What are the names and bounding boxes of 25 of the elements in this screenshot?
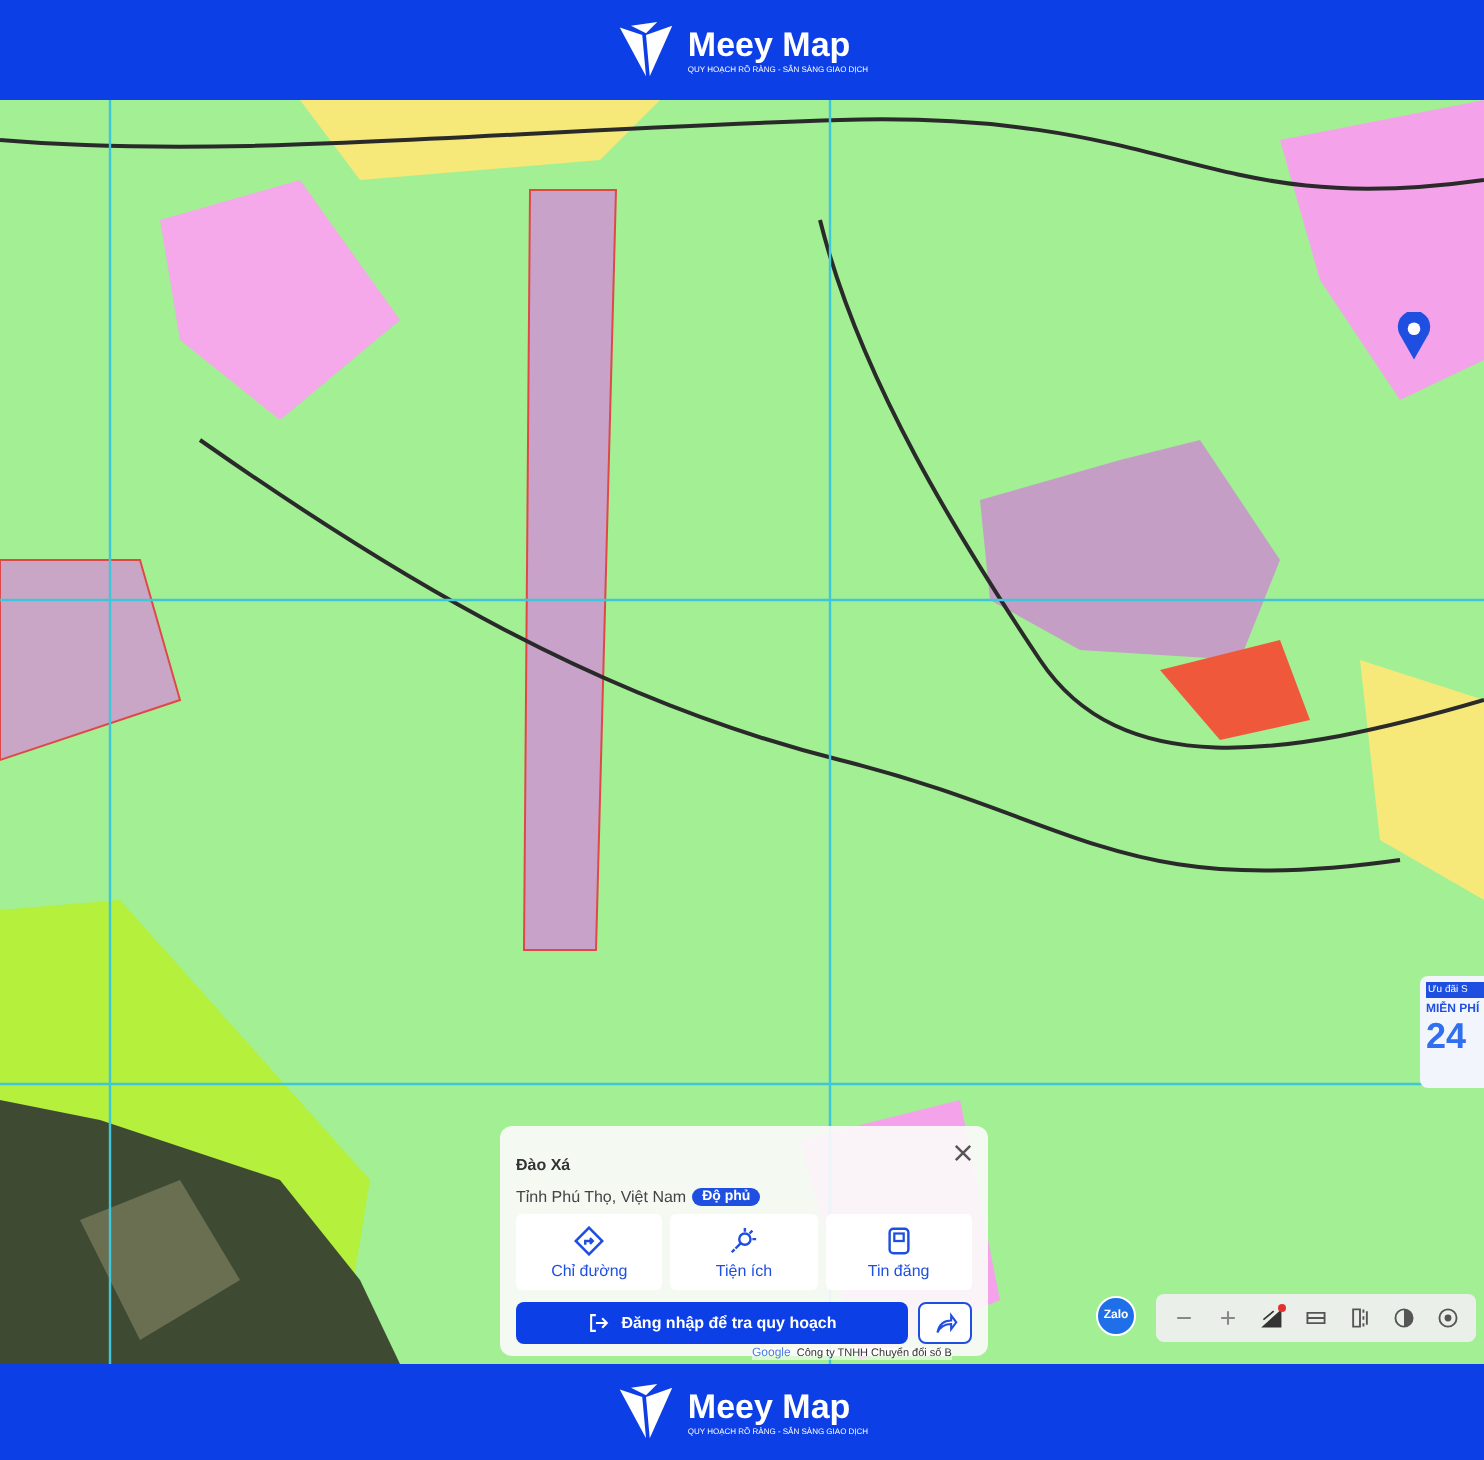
close-icon[interactable] [954, 1144, 972, 1162]
zoom-in-icon [1216, 1306, 1240, 1330]
brand-name: Meey Map [687, 1387, 853, 1425]
layers-icon [1260, 1306, 1284, 1330]
action-button[interactable]: Tiện ích [670, 1214, 818, 1290]
directions-icon [574, 1225, 605, 1255]
split-view-icon [1348, 1306, 1372, 1330]
action-button[interactable]: Chỉ đường [516, 1214, 663, 1290]
login-button[interactable]: Đăng nhập để tra quy hoạch [516, 1302, 908, 1344]
sparkle-icon [728, 1225, 759, 1255]
brand-name: Meey Map [687, 25, 853, 63]
locate-icon [1436, 1306, 1460, 1330]
logo-icon [615, 1382, 676, 1442]
logo-icon [615, 20, 676, 80]
promo-value: 24 [1426, 1016, 1469, 1056]
share-icon [933, 1311, 957, 1335]
location-pin-icon [1396, 312, 1432, 360]
action-button[interactable]: Tin đăng [825, 1214, 972, 1290]
place-title: Đào Xá [516, 1156, 571, 1174]
login-icon [587, 1312, 610, 1334]
place-address: Tỉnh Phú Thọ, Việt Nam [516, 1188, 687, 1206]
notification-dot [1278, 1304, 1286, 1312]
contrast-icon [1392, 1306, 1416, 1330]
share-button[interactable] [918, 1302, 972, 1344]
save-icon [883, 1225, 914, 1255]
